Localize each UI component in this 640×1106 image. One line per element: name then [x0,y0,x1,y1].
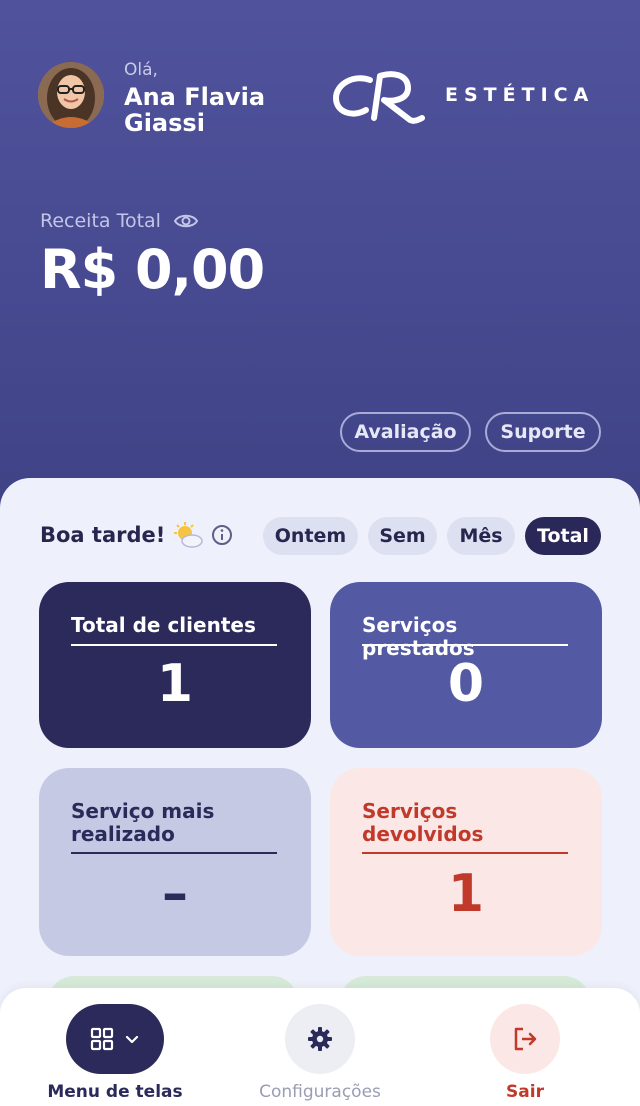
filter-total[interactable]: Total [525,517,601,555]
partly-sunny-icon [174,522,204,548]
menu-button[interactable] [66,1004,164,1074]
card-divider [71,852,277,854]
nav-menu-de-telas[interactable]: Menu de telas [35,1004,195,1102]
card-divider [362,852,568,854]
filter-ontem[interactable]: Ontem [263,517,358,555]
card-value: – [162,864,188,924]
filter-mes[interactable]: Mês [447,517,515,555]
exit-button[interactable] [490,1004,560,1074]
eye-icon[interactable] [173,212,199,230]
dashboard-greeting: Boa tarde! [40,523,166,547]
gear-icon [308,1027,332,1051]
card-title: Serviços devolvidos [362,799,484,846]
evaluation-button[interactable]: Avaliação [340,412,471,452]
brand-name: ESTÉTICA [445,84,595,106]
brand-logo-icon [332,71,425,124]
nav-configuracoes[interactable]: Configurações [240,1004,400,1102]
dashboard-greeting-row: Boa tarde! [40,522,233,548]
card-title: Total de clientes [71,613,256,637]
card-title: Serviço mais realizado [71,799,215,846]
chevron-down-icon [125,1035,139,1044]
card-value: 1 [156,654,194,714]
revenue-label-row: Receita Total [40,210,199,232]
logout-icon [514,1027,537,1051]
card-divider [362,644,568,646]
card-total-clientes[interactable]: Total de clientes 1 [39,582,311,748]
revenue-value: R$ 0,00 [40,238,265,301]
card-servicos-devolvidos[interactable]: Serviços devolvidos 1 [330,768,602,956]
card-value: 0 [447,654,485,714]
card-divider [71,644,277,646]
revenue-label: Receita Total [40,210,161,232]
nav-label-exit: Sair [506,1082,544,1102]
support-button[interactable]: Suporte [485,412,601,452]
nav-label-settings: Configurações [259,1082,381,1102]
card-servico-mais-realizado[interactable]: Serviço mais realizado – [39,768,311,956]
grid-icon [90,1027,114,1051]
greeting-label: Olá, [124,60,158,80]
card-servicos-prestados[interactable]: Serviços prestados 0 [330,582,602,748]
info-icon[interactable] [211,524,233,546]
user-name: Ana Flavia Giassi [124,83,266,137]
card-value: 1 [447,864,485,924]
avatar[interactable] [38,62,104,128]
filter-sem[interactable]: Sem [368,517,437,555]
nav-label-menu: Menu de telas [47,1082,183,1102]
settings-button[interactable] [285,1004,355,1074]
nav-sair[interactable]: Sair [445,1004,605,1102]
